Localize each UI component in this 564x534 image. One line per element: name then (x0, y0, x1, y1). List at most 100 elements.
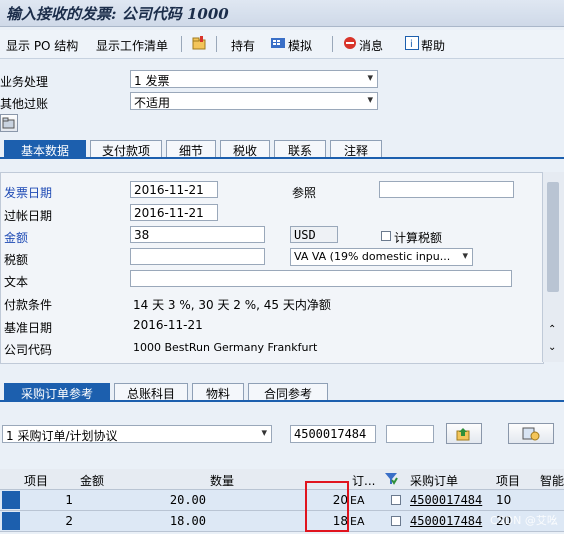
baseline-date-label: 基准日期 (4, 321, 53, 335)
calc-tax-checkbox[interactable] (381, 231, 391, 241)
baseline-date-value: 2016-11-21 (133, 318, 203, 332)
help-icon: i (405, 36, 419, 53)
scrollbar-thumb[interactable] (547, 182, 559, 292)
show-worklist-button[interactable]: 显示工作清单 (96, 37, 168, 54)
column-header-item[interactable]: 项目 (24, 472, 48, 489)
other-posting-dropdown[interactable]: 不适用 ▾ (130, 92, 378, 110)
window-title-bar: 输入接收的发票: 公司代码 1000 (0, 0, 564, 27)
help-button[interactable]: 帮助 (421, 37, 445, 54)
tab-material[interactable]: 物料 (192, 383, 244, 401)
highlight-box (305, 481, 349, 532)
tab-contract-reference[interactable]: 合同参考 (248, 383, 328, 401)
reference-type-dropdown[interactable]: 1 采购订单/计划协议 ▾ (2, 425, 272, 443)
currency-field[interactable]: USD (290, 226, 338, 243)
application-toolbar: 显示 PO 结构 显示工作清单 持有 模拟 消息 i 帮助 (0, 30, 564, 59)
reference-field[interactable] (379, 181, 514, 198)
company-code-label: 公司代码 (4, 343, 53, 357)
show-po-structure-button[interactable]: 显示 PO 结构 (6, 37, 78, 54)
svg-text:i: i (410, 39, 413, 50)
row-po-link[interactable]: 4500017484 (410, 493, 482, 507)
scroll-down-icon[interactable]: ⌄ (548, 342, 556, 353)
tab-contact[interactable]: 联系 (274, 140, 326, 158)
tab-details[interactable]: 细节 (166, 140, 216, 158)
tax-code-value: VA VA (19% domestic inpu... (294, 250, 451, 263)
tab-notes[interactable]: 注释 (330, 140, 382, 158)
transaction-value: 1 发票 (134, 74, 170, 88)
transaction-dropdown[interactable]: 1 发票 ▾ (130, 70, 378, 88)
row-unit: EA (350, 494, 365, 507)
tax-amount-field[interactable] (130, 248, 265, 265)
row-unit: EA (350, 515, 365, 528)
posting-date-field[interactable]: 2016-11-21 (130, 204, 218, 221)
transaction-label: 业务处理 (0, 75, 49, 89)
company-code-value: 1000 BestRun Germany Frankfurt (133, 341, 318, 354)
po-item-field[interactable] (386, 425, 434, 443)
chevron-down-icon: ▾ (367, 93, 373, 106)
tab-underline (0, 157, 564, 159)
chevron-down-icon: ▾ (462, 249, 468, 262)
column-header-unit[interactable]: 订... (352, 472, 375, 489)
text-label: 文本 (4, 275, 29, 289)
tax-code-dropdown[interactable]: VA VA (19% domestic inpu... ▾ (290, 248, 473, 266)
settings-icon (522, 427, 540, 441)
amount-label: 金额 (4, 231, 29, 245)
amount-field[interactable]: 38 (130, 226, 265, 243)
scroll-up-icon[interactable]: ⌃ (548, 324, 556, 335)
simulate-button[interactable]: 模拟 (288, 37, 312, 54)
toolbar-separator (332, 36, 333, 52)
tab-tax[interactable]: 税收 (220, 140, 270, 158)
column-header-po-item[interactable]: 项目 (496, 472, 520, 489)
calc-tax-label: 计算税额 (394, 231, 443, 245)
chevron-down-icon: ▾ (367, 71, 373, 84)
payment-terms-value: 14 天 3 %, 30 天 2 %, 45 天内净额 (133, 298, 331, 312)
vertical-scrollbar[interactable]: ⌃ ⌄ (542, 172, 564, 362)
payment-terms-label: 付款条件 (4, 298, 53, 312)
tab-basic-data[interactable]: 基本数据 (4, 140, 86, 158)
column-header-smart[interactable]: 智能 (540, 472, 564, 489)
posting-date-label: 过帐日期 (4, 209, 53, 223)
row-selector[interactable] (2, 512, 20, 530)
items-table-header: 项目 金额 数量 订... 采购订单 项目 智能 (0, 469, 564, 490)
row-checkbox[interactable] (391, 516, 401, 526)
watermark: CSDN @艾吆 (490, 514, 558, 527)
row-amount: 20.00 (169, 493, 206, 507)
text-field[interactable] (130, 270, 512, 287)
tab-underline (0, 400, 564, 402)
tab-payment[interactable]: 支付款项 (90, 140, 162, 158)
folder-icon (2, 117, 15, 129)
column-header-quantity[interactable]: 数量 (210, 472, 234, 489)
other-posting-label: 其他过账 (0, 97, 49, 111)
messages-button[interactable]: 消息 (359, 37, 383, 54)
header-tabstrip: 基本数据 支付款项 细节 税收 联系 注释 (4, 140, 564, 158)
column-header-po[interactable]: 采购订单 (410, 472, 458, 489)
row-po-item: 10 (496, 493, 512, 507)
folder-icon[interactable] (191, 35, 209, 54)
hold-button[interactable]: 持有 (231, 37, 255, 54)
row-item: 1 (65, 493, 73, 507)
table-row[interactable]: 1 20.00 20 EA 4500017484 10 (0, 490, 564, 511)
simulate-icon (270, 35, 286, 54)
invoice-date-field[interactable]: 2016-11-21 (130, 181, 218, 198)
column-header-status[interactable] (384, 471, 398, 488)
other-posting-value: 不适用 (134, 96, 171, 110)
row-selector[interactable] (2, 491, 20, 509)
tab-gl-account[interactable]: 总账科目 (114, 383, 188, 401)
po-number-field[interactable]: 4500017484 (290, 425, 376, 443)
column-header-amount[interactable]: 金额 (80, 472, 104, 489)
tab-po-reference[interactable]: 采购订单参考 (4, 383, 110, 401)
filter-check-icon (385, 473, 398, 485)
reference-label: 参照 (292, 186, 317, 200)
chevron-down-icon: ▾ (261, 426, 267, 439)
invoice-date-label: 发票日期 (4, 186, 53, 200)
row-item: 2 (65, 514, 73, 528)
settings-button[interactable] (508, 423, 554, 444)
row-amount: 18.00 (169, 514, 206, 528)
tax-amount-label: 税额 (4, 253, 29, 267)
row-po-link[interactable]: 4500017484 (410, 514, 482, 528)
table-row[interactable]: 2 18.00 18 EA 4500017484 20 (0, 511, 564, 532)
transfer-button[interactable] (446, 423, 482, 444)
row-checkbox[interactable] (391, 495, 401, 505)
transfer-icon (456, 428, 470, 441)
collapse-header-button[interactable] (0, 114, 18, 132)
messages-icon (343, 36, 357, 53)
